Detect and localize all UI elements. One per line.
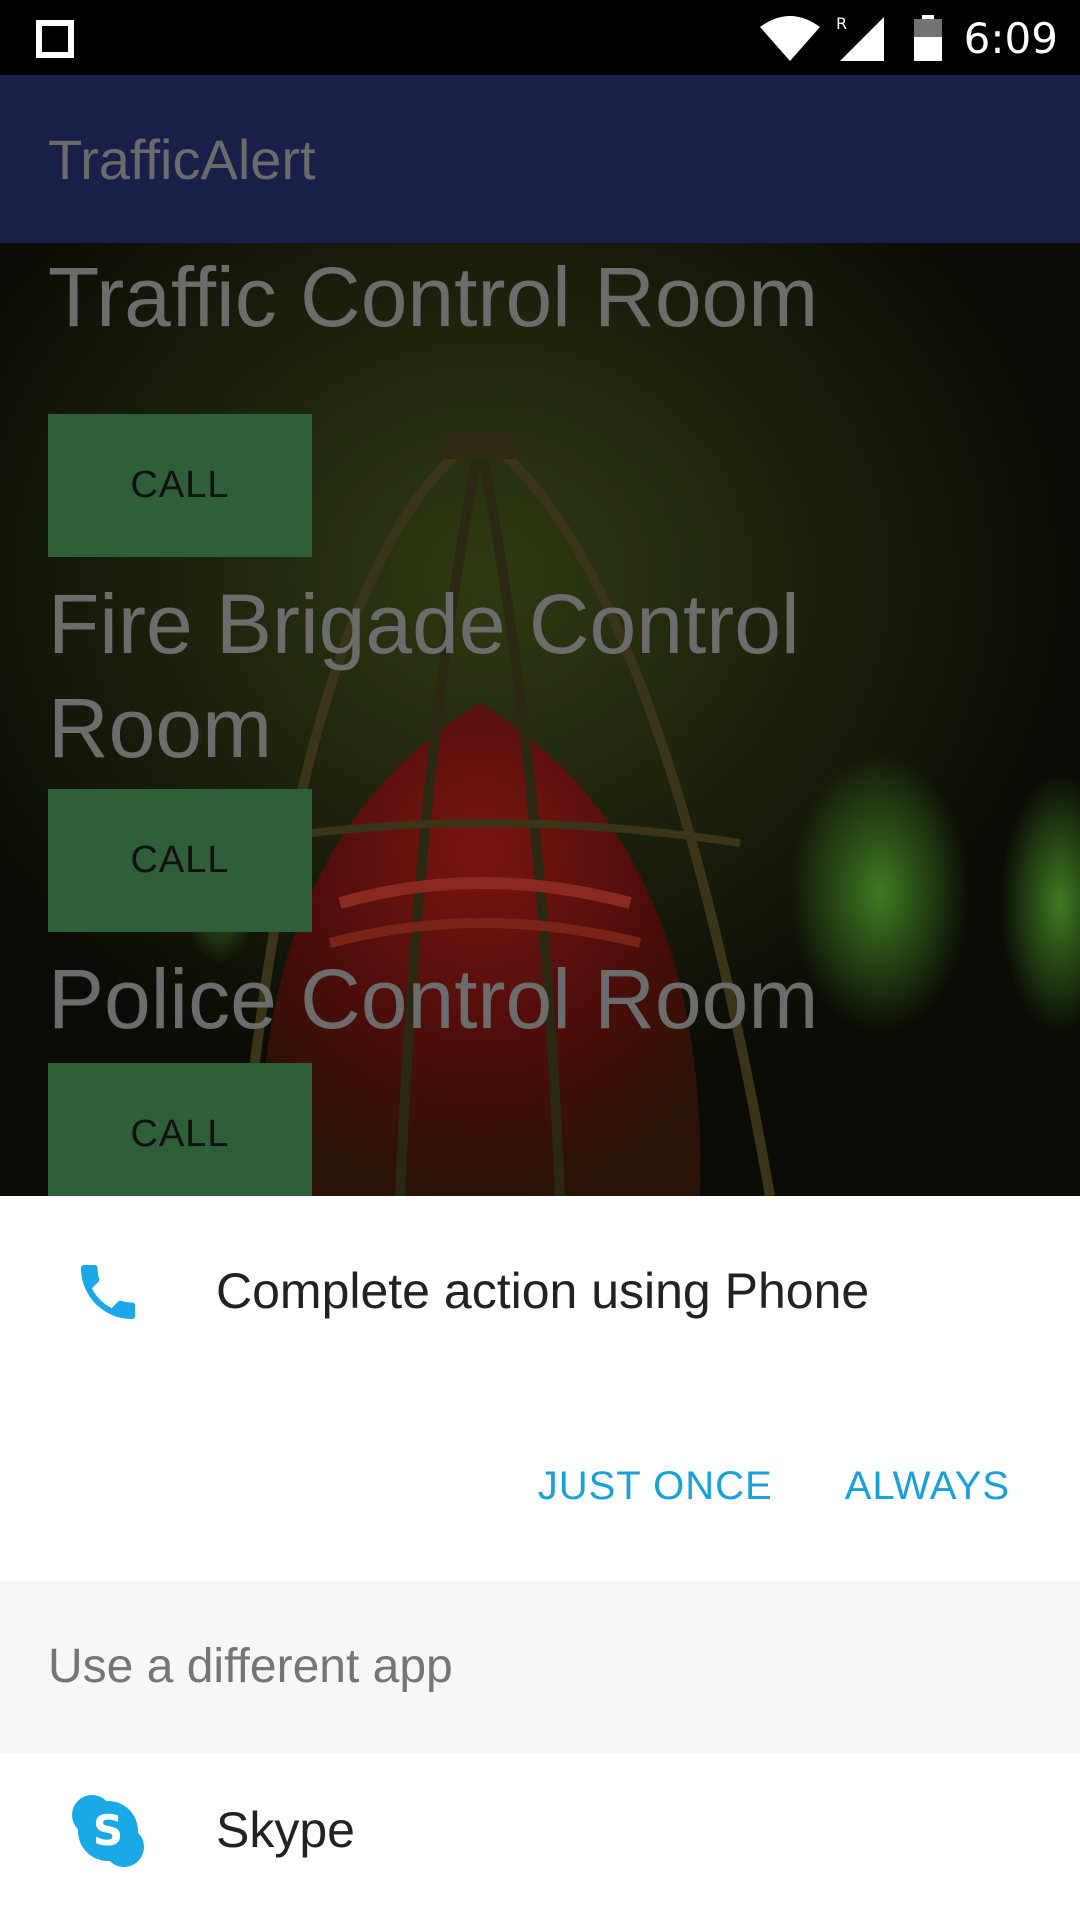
square-icon: [36, 20, 74, 58]
status-icons: R 6:09: [758, 10, 1058, 66]
chooser-actions: JUST ONCE ALWAYS: [466, 1464, 1010, 1509]
status-time: 6:09: [963, 13, 1058, 63]
app-title: TrafficAlert: [48, 128, 316, 191]
app-bar: TrafficAlert: [0, 75, 1080, 243]
room-title-police: Police Control Room: [48, 952, 819, 1046]
app-name-skype: Skype: [216, 1802, 355, 1858]
always-button[interactable]: ALWAYS: [845, 1464, 1010, 1509]
call-button-police[interactable]: CALL: [48, 1063, 312, 1196]
battery-icon: [913, 15, 942, 61]
chooser-title: Complete action using Phone: [216, 1263, 870, 1319]
skype-icon: S: [72, 1795, 144, 1867]
call-button-fire-brigade[interactable]: CALL: [48, 789, 312, 932]
screen: R 6:09 TrafficAlert Traffic Control Room…: [0, 0, 1080, 1920]
wifi-icon: [759, 16, 820, 61]
different-app-header: Use a different app: [0, 1581, 1080, 1753]
svg-text:S: S: [93, 1806, 123, 1855]
room-title-traffic: Traffic Control Room: [48, 250, 819, 344]
signal-icon: R: [836, 14, 884, 61]
different-app-label: Use a different app: [48, 1640, 453, 1693]
just-once-button[interactable]: JUST ONCE: [538, 1464, 773, 1509]
roaming-indicator: R: [836, 14, 847, 33]
chooser-header: Complete action using Phone: [0, 1196, 1080, 1396]
status-bar: R 6:09: [0, 0, 1080, 75]
room-title-fire-brigade: Fire Brigade Control Room: [48, 577, 800, 775]
phone-icon: [81, 1265, 135, 1319]
content-area: Traffic Control Room CALL Fire Brigade C…: [0, 243, 1080, 1196]
call-button-traffic[interactable]: CALL: [48, 414, 312, 557]
app-option-skype[interactable]: S Skype: [0, 1753, 1080, 1920]
app-chooser-sheet: Complete action using Phone JUST ONCE AL…: [0, 1196, 1080, 1920]
